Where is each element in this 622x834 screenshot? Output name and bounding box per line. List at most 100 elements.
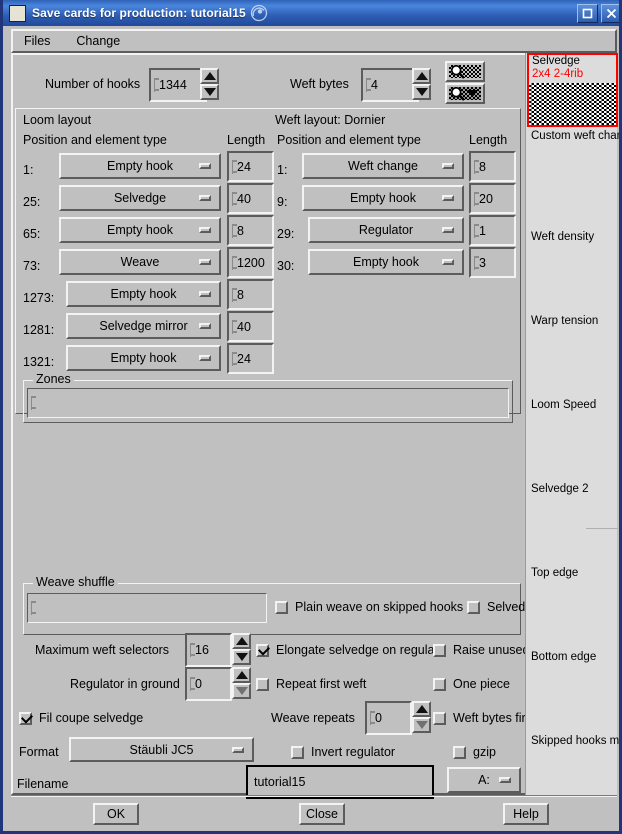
spin-up[interactable] [232, 633, 251, 649]
fil-coupe-checkbox[interactable]: Fil coupe selvedge [19, 711, 143, 725]
drive-select[interactable]: A: [447, 767, 521, 793]
elongate-selvedge-checkbox[interactable]: Elongate selvedge on regula [256, 643, 434, 657]
max-weft-selectors-input[interactable]: 16 [185, 633, 232, 667]
hooks-spin-up[interactable] [200, 68, 219, 84]
close-button-bottom[interactable]: Close [299, 803, 345, 825]
filename-label: Filename [17, 777, 68, 791]
loom-row-type-select[interactable]: Selvedge mirror [66, 313, 221, 339]
sidebar-item-selvedge-2[interactable]: Selvedge 2 [531, 483, 589, 495]
weft-bytes-spin-up[interactable] [412, 68, 431, 84]
sidebar-item-top-edge[interactable]: Top edge [531, 567, 578, 579]
filename-value: tutorial15 [254, 775, 305, 789]
weft-row-length-input[interactable]: 20 [469, 183, 516, 214]
loom-row-type-select[interactable]: Empty hook [66, 281, 221, 307]
sidebar-item-warp-tension[interactable]: Warp tension [531, 315, 598, 327]
hooks-input[interactable]: 1344 [149, 68, 207, 102]
weft-bytes-first-checkbox[interactable]: Weft bytes firs [433, 711, 532, 725]
weft-row-type-select[interactable]: Empty hook [308, 249, 464, 275]
hooks-label: Number of hooks [45, 77, 140, 91]
weave-repeats-spinner[interactable] [412, 701, 431, 733]
button-bar: OK Close Help [11, 800, 617, 828]
sidebar-item-loom-speed[interactable]: Loom Speed [531, 399, 596, 411]
loom-row-length-input[interactable]: 40 [227, 311, 274, 342]
weft-row-type-select[interactable]: Regulator [308, 217, 464, 243]
loom-row-length-input[interactable]: 1200 [227, 247, 274, 278]
gzip-checkbox[interactable]: gzip [453, 745, 496, 759]
maximize-button[interactable] [577, 4, 598, 23]
loom-row-length-input[interactable]: 8 [227, 279, 274, 310]
checkbox-box [433, 712, 446, 725]
checkbox-box [19, 712, 32, 725]
spin-down[interactable] [412, 717, 431, 733]
loom-row-type-select[interactable]: Empty hook [59, 153, 221, 179]
weft-bytes-value: 4 [371, 78, 378, 92]
invert-regulator-checkbox[interactable]: Invert regulator [291, 745, 395, 759]
sidebar-item-bottom-edge[interactable]: Bottom edge [531, 651, 596, 663]
repeat-first-weft-checkbox[interactable]: Repeat first weft [256, 677, 366, 691]
loom-row-length-input[interactable]: 24 [227, 343, 274, 374]
weft-row-pos: 9: [277, 195, 287, 209]
spin-down[interactable] [232, 683, 251, 699]
loom-row-type-select[interactable]: Empty hook [59, 217, 221, 243]
ok-button[interactable]: OK [93, 803, 139, 825]
max-weft-selectors-spinner[interactable] [232, 633, 251, 665]
text-caret [31, 602, 36, 615]
weft-row-length-input[interactable]: 8 [469, 151, 516, 182]
loom-col-type: Position and element type [23, 133, 167, 147]
menu-files[interactable]: Files [21, 32, 53, 50]
loom-row-length-input[interactable]: 40 [227, 183, 274, 214]
loom-row-length-input[interactable]: 8 [227, 215, 274, 246]
weft-bytes-spinner[interactable] [412, 68, 431, 100]
chevron-down-icon [442, 195, 454, 201]
loom-row-pos: 25: [23, 195, 40, 209]
weft-row-type-select[interactable]: Empty hook [302, 185, 464, 211]
loom-row-pos: 1321: [23, 355, 54, 369]
zones-frame: Zones [23, 380, 513, 423]
menu-change[interactable]: Change [73, 32, 123, 50]
chevron-down-icon [199, 163, 211, 169]
regulator-in-ground-input[interactable]: 0 [185, 667, 232, 701]
hooks-spin-down[interactable] [200, 84, 219, 100]
close-button[interactable] [601, 4, 622, 23]
loom-row-pos: 65: [23, 227, 40, 241]
weft-col-length: Length [469, 133, 507, 147]
raise-unused-checkbox[interactable]: Raise unused [433, 643, 529, 657]
weft-row-length-input[interactable]: 1 [469, 215, 516, 246]
loom-row-type-select[interactable]: Selvedge [59, 185, 221, 211]
zoom-pattern-icon-button[interactable] [445, 61, 485, 82]
weft-row-pos: 29: [277, 227, 294, 241]
menu-bar: Files Change [11, 29, 617, 53]
loom-row-type-select[interactable]: Empty hook [66, 345, 221, 371]
sidebar-item-weft-density[interactable]: Weft density [531, 231, 594, 243]
hooks-spinner[interactable] [200, 68, 219, 100]
preview-title: Selvedge [529, 55, 616, 68]
zones-input[interactable] [27, 388, 509, 418]
text-caret [366, 79, 371, 92]
weft-row-length-input[interactable]: 3 [469, 247, 516, 278]
pattern-preview[interactable]: Selvedge 2x4 2-4rib [527, 53, 618, 127]
sidebar-item-skipped-hooks-map[interactable]: Skipped hooks map [531, 735, 622, 747]
chevron-down-icon [466, 87, 479, 100]
filename-input[interactable]: tutorial15 [246, 765, 434, 799]
weft-bytes-spin-down[interactable] [412, 84, 431, 100]
checkbox-box [467, 601, 480, 614]
spin-up[interactable] [412, 701, 431, 717]
loom-row-length-input[interactable]: 24 [227, 151, 274, 182]
zoom-weave-icon-button[interactable] [445, 83, 485, 104]
weft-row-type-select[interactable]: Weft change [302, 153, 464, 179]
one-piece-checkbox[interactable]: One piece [433, 677, 510, 691]
format-select[interactable]: Stäubli JC5 [69, 737, 254, 762]
weave-shuffle-input[interactable] [27, 593, 267, 623]
chevron-down-icon [499, 777, 511, 783]
help-button[interactable]: Help [503, 803, 549, 825]
spin-down[interactable] [232, 649, 251, 665]
spin-up[interactable] [232, 667, 251, 683]
regulator-in-ground-spinner[interactable] [232, 667, 251, 699]
max-weft-selectors-label: Maximum weft selectors [35, 643, 169, 657]
plain-weave-checkbox[interactable]: Plain weave on skipped hooks [275, 600, 463, 614]
chevron-down-icon [442, 227, 454, 233]
weave-repeats-input[interactable]: 0 [365, 701, 412, 735]
weft-bytes-input[interactable]: 4 [361, 68, 419, 102]
sidebar-item-custom-weft-change[interactable]: Custom weft chan [531, 130, 622, 142]
loom-row-type-select[interactable]: Weave [59, 249, 221, 275]
